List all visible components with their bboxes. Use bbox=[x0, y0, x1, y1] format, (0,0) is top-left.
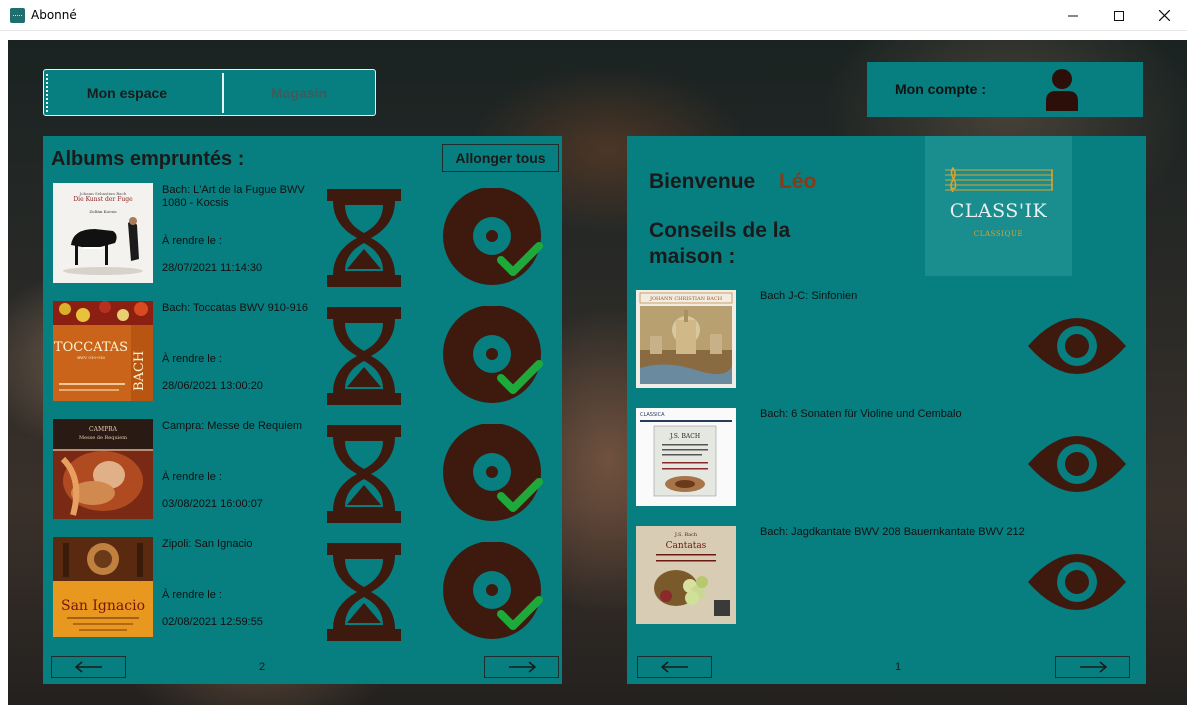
view-eye-icon[interactable] bbox=[1028, 548, 1126, 616]
recommendation-title: Bach: 6 Sonaten für Violine und Cembalo bbox=[760, 408, 962, 420]
maximize-button[interactable] bbox=[1096, 0, 1142, 31]
svg-text:BACH: BACH bbox=[132, 351, 147, 391]
return-disc-icon[interactable] bbox=[443, 542, 543, 642]
album-title: Bach: Toccatas BWV 910-916 bbox=[162, 302, 308, 314]
hourglass-icon[interactable] bbox=[327, 189, 401, 287]
close-button[interactable] bbox=[1141, 0, 1187, 31]
svg-text:CLASSICA: CLASSICA bbox=[640, 412, 665, 418]
recommendation-cover[interactable]: JOHANN CHRISTIAN BACH bbox=[636, 290, 736, 390]
user-icon[interactable] bbox=[1044, 68, 1080, 111]
recommendation-cover[interactable]: CLASSICA J.S. BACH bbox=[636, 408, 736, 508]
album-title: Campra: Messe de Requiem bbox=[162, 420, 303, 432]
nav-tabs: Mon espace Magasin bbox=[43, 69, 376, 116]
hourglass-icon[interactable] bbox=[327, 543, 401, 641]
svg-text:J.S. BACH: J.S. BACH bbox=[669, 433, 700, 440]
page-number: 1 bbox=[895, 661, 902, 673]
album-cover[interactable]: TOCCATAS BWV 910-916 BACH bbox=[53, 301, 153, 401]
return-label: À rendre le : bbox=[162, 589, 222, 601]
tab-magasin[interactable]: Magasin bbox=[223, 70, 375, 115]
app-icon bbox=[10, 8, 25, 23]
prev-page-button[interactable] bbox=[51, 656, 126, 678]
svg-text:Cantatas: Cantatas bbox=[666, 541, 707, 551]
recommendation-title: Bach: Jagdkantate BWV 208 Bauernkantate … bbox=[760, 526, 1025, 538]
album-cover[interactable]: Johann Sebastian Bach Die Kunst der Fuge… bbox=[53, 183, 153, 283]
hourglass-icon[interactable] bbox=[327, 307, 401, 405]
recommendation-cover[interactable]: J.S. Bach Cantatas bbox=[636, 526, 736, 626]
app-background: Mon espace Magasin Mon compte : Albums e… bbox=[8, 40, 1187, 705]
return-disc-icon[interactable] bbox=[443, 424, 543, 524]
svg-text:San Ignacio: San Ignacio bbox=[61, 598, 145, 614]
album-title: Zipoli: San Ignacio bbox=[162, 538, 253, 550]
return-label: À rendre le : bbox=[162, 471, 222, 483]
recommendation-item: CLASSICA J.S. BACH Bach: 6 Sonaten für V… bbox=[636, 408, 1136, 508]
recommendations-title: Conseils de la maison : bbox=[649, 219, 791, 268]
recommendation-title: Bach J-C: Sinfonien bbox=[760, 290, 858, 302]
album-row: CAMPRA Messe de Requiem Campra: Messe de… bbox=[53, 419, 553, 523]
hourglass-icon[interactable] bbox=[327, 425, 401, 523]
brand-logo: CLASS'IK CLASSIQUE bbox=[925, 136, 1072, 276]
maximize-icon bbox=[1114, 10, 1124, 21]
minimize-button[interactable] bbox=[1050, 0, 1096, 31]
svg-text:TOCCATAS: TOCCATAS bbox=[54, 340, 128, 355]
svg-text:JOHANN CHRISTIAN BACH: JOHANN CHRISTIAN BACH bbox=[649, 296, 723, 302]
svg-text:Zoltán Kocsis: Zoltán Kocsis bbox=[89, 209, 116, 214]
next-page-button[interactable] bbox=[484, 656, 559, 678]
close-icon bbox=[1158, 10, 1170, 21]
svg-text:Die Kunst der Fuge: Die Kunst der Fuge bbox=[73, 196, 133, 203]
borrowed-albums-panel: Albums empruntés : Allonger tous Johann … bbox=[43, 136, 562, 684]
arrow-right-icon bbox=[1079, 661, 1107, 673]
account-area[interactable]: Mon compte : bbox=[867, 62, 1143, 117]
extend-all-button[interactable]: Allonger tous bbox=[442, 144, 559, 172]
return-date: 02/08/2021 12:59:55 bbox=[162, 616, 263, 628]
brand-subtitle: CLASSIQUE bbox=[973, 230, 1024, 238]
view-eye-icon[interactable] bbox=[1028, 312, 1126, 380]
svg-text:J.S. Bach: J.S. Bach bbox=[674, 532, 698, 538]
account-label: Mon compte : bbox=[895, 81, 986, 97]
view-eye-icon[interactable] bbox=[1028, 430, 1126, 498]
album-cover[interactable]: San Ignacio bbox=[53, 537, 153, 637]
user-name: Léo bbox=[779, 170, 817, 193]
return-date: 28/07/2021 11:14:30 bbox=[162, 262, 263, 274]
albums-title: Albums empruntés : bbox=[51, 148, 245, 170]
tab-mon-espace[interactable]: Mon espace bbox=[44, 70, 210, 115]
album-cover[interactable]: CAMPRA Messe de Requiem bbox=[53, 419, 153, 519]
album-row: San Ignacio Zipoli: San Ignacio À rendre… bbox=[53, 537, 553, 641]
svg-text:BWV 910-916: BWV 910-916 bbox=[77, 355, 105, 360]
return-date: 03/08/2021 16:00:07 bbox=[162, 498, 263, 510]
recommendation-item: J.S. Bach Cantatas Bach: Jagdkantate BWV… bbox=[636, 526, 1136, 626]
home-panel: Bienvenue Léo Conseils de la maison : CL… bbox=[627, 136, 1146, 684]
svg-text:CAMPRA: CAMPRA bbox=[89, 426, 118, 433]
prev-page-button[interactable] bbox=[637, 656, 712, 678]
page-number: 2 bbox=[259, 661, 266, 673]
return-date: 28/06/2021 13:00:20 bbox=[162, 380, 263, 392]
album-title: Bach: L'Art de la Fugue BWV 1080 - Kocsi… bbox=[162, 184, 305, 209]
welcome-text: Bienvenue bbox=[649, 170, 756, 193]
return-disc-icon[interactable] bbox=[443, 188, 543, 288]
brand-name: CLASS'IK bbox=[949, 200, 1048, 222]
title-bar: Abonné bbox=[0, 0, 1187, 31]
next-page-button[interactable] bbox=[1055, 656, 1130, 678]
album-row: TOCCATAS BWV 910-916 BACH Bach: Toccatas… bbox=[53, 301, 553, 405]
arrow-right-icon bbox=[508, 661, 536, 673]
album-row: Johann Sebastian Bach Die Kunst der Fuge… bbox=[53, 183, 553, 287]
arrow-left-icon bbox=[74, 661, 102, 673]
minimize-icon bbox=[1068, 15, 1078, 16]
window-title: Abonné bbox=[31, 8, 77, 22]
return-label: À rendre le : bbox=[162, 235, 222, 247]
arrow-left-icon bbox=[660, 661, 688, 673]
svg-text:Messe de Requiem: Messe de Requiem bbox=[79, 435, 127, 441]
return-disc-icon[interactable] bbox=[443, 306, 543, 406]
return-label: À rendre le : bbox=[162, 353, 222, 365]
music-staff-icon bbox=[945, 166, 1053, 192]
recommendation-item: JOHANN CHRISTIAN BACH Bach J-C: Sinfonie… bbox=[636, 290, 1136, 390]
